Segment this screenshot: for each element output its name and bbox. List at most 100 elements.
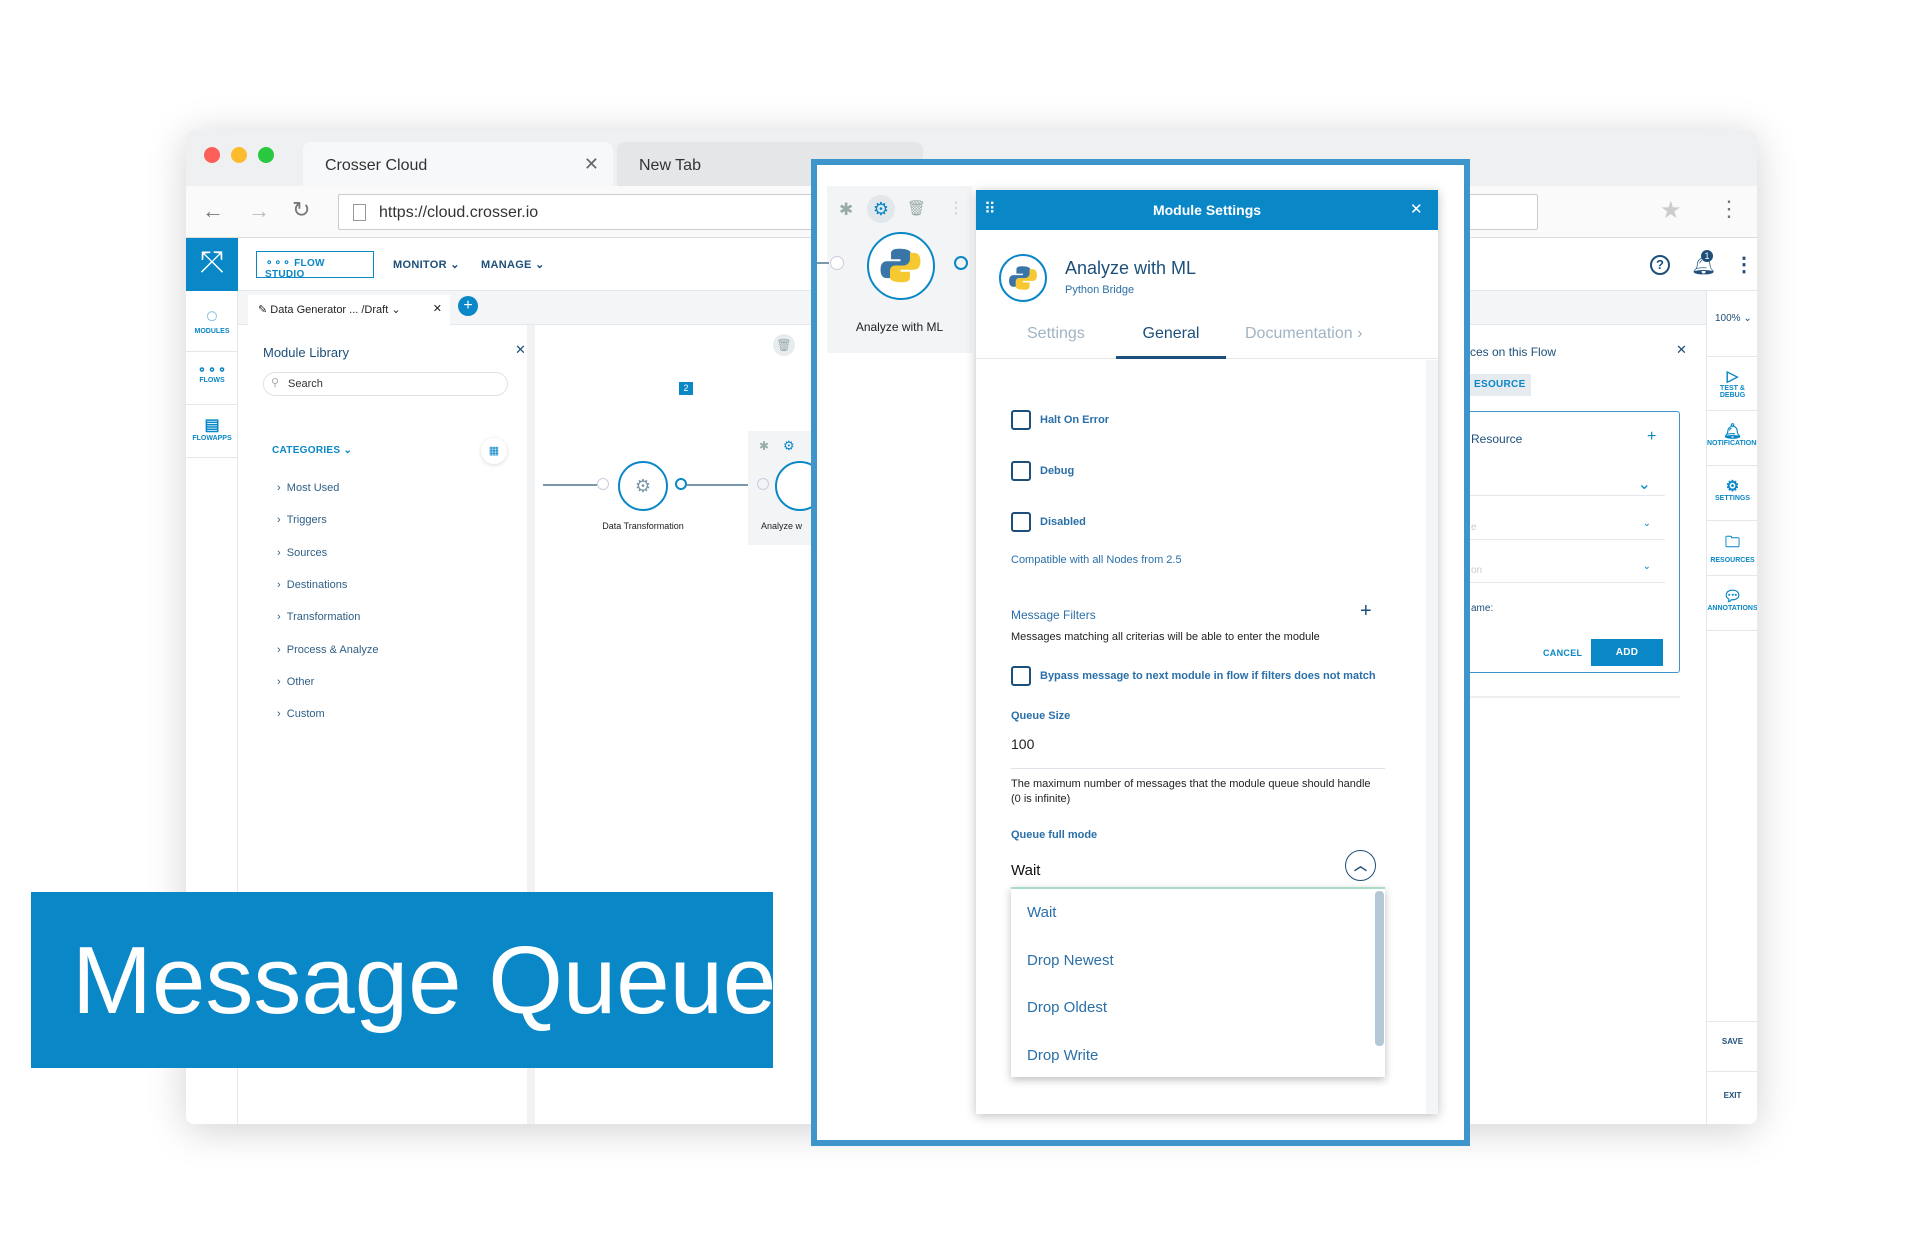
rail-icon: 🔔︎ bbox=[1722, 423, 1743, 440]
input-port[interactable] bbox=[757, 478, 769, 490]
checkbox[interactable] bbox=[1011, 512, 1031, 532]
trash-icon[interactable]: 🗑︎ bbox=[907, 199, 926, 217]
comment-bubble[interactable]: 2 bbox=[679, 382, 693, 395]
checkbox[interactable] bbox=[1011, 410, 1031, 430]
flow-studio-button[interactable]: ⚬⚬⚬ FLOW STUDIO bbox=[256, 251, 374, 280]
minimize-window-button[interactable] bbox=[231, 147, 247, 163]
browser-tab-crosser[interactable]: Crosser Cloud ✕ bbox=[303, 142, 613, 186]
data-transformation-node[interactable]: ⚙ bbox=[618, 461, 668, 511]
category-item[interactable]: › Most Used bbox=[277, 482, 339, 494]
category-item[interactable]: › Custom bbox=[277, 708, 325, 720]
back-icon[interactable]: ← bbox=[202, 198, 224, 224]
zoom-select[interactable]: 100% ⌄ bbox=[1715, 313, 1752, 324]
chevron-right-icon: › bbox=[277, 482, 281, 494]
grid-view-icon[interactable]: ▦ bbox=[481, 438, 507, 464]
rail-modules[interactable]: ◌ MODULES bbox=[186, 305, 238, 335]
divider bbox=[186, 404, 238, 405]
queue-mode-select[interactable]: Wait bbox=[1011, 862, 1040, 879]
field-placeholder: on bbox=[1471, 565, 1483, 576]
library-search-input[interactable]: ⚲ Search bbox=[263, 372, 508, 396]
input-port[interactable] bbox=[830, 256, 844, 270]
modal-scrollbar[interactable] bbox=[1426, 360, 1438, 1114]
categories-label: CATEGORIES bbox=[272, 445, 341, 456]
tab-documentation[interactable]: Documentation › bbox=[1245, 325, 1362, 343]
close-resources-icon[interactable]: ✕ bbox=[1676, 342, 1687, 358]
dropdown-option[interactable]: Drop Write bbox=[1027, 1047, 1098, 1064]
plus-icon[interactable]: + bbox=[1647, 428, 1656, 446]
rail-item[interactable]: ⚙ SETTINGS bbox=[1707, 477, 1757, 502]
crosser-logo[interactable]: ⤧ bbox=[186, 238, 238, 291]
field-placeholder: e bbox=[1471, 522, 1477, 533]
rail-item[interactable]: 🔔︎ NOTIFICATIONS bbox=[1707, 422, 1757, 447]
divider bbox=[1707, 575, 1757, 576]
checkbox[interactable] bbox=[1011, 461, 1031, 481]
bell-icon[interactable]: 🔔︎ 1 bbox=[1691, 250, 1716, 277]
trash-icon[interactable]: 🗑︎ bbox=[773, 334, 795, 356]
close-flow-tab-icon[interactable]: ✕ bbox=[433, 302, 442, 315]
dropdown-option[interactable]: Wait bbox=[1027, 904, 1056, 921]
rail-item[interactable]: 🗀 RESOURCES bbox=[1707, 532, 1757, 564]
resource-select[interactable]: ⌄ bbox=[1461, 468, 1665, 496]
category-item[interactable]: › Transformation bbox=[277, 611, 360, 623]
app-menu-icon[interactable]: ⋮ bbox=[1734, 252, 1754, 277]
maximize-window-button[interactable] bbox=[258, 147, 274, 163]
close-modal-icon[interactable]: ✕ bbox=[1410, 200, 1423, 218]
add-button[interactable]: ADD bbox=[1591, 639, 1663, 666]
add-resource-tab[interactable]: ESOURCE bbox=[1470, 374, 1531, 396]
bookmark-star-icon[interactable]: ★ bbox=[1660, 196, 1682, 225]
rail-flowapps[interactable]: ▤ FLOWAPPS bbox=[186, 415, 238, 442]
divider bbox=[1707, 630, 1757, 631]
tab-general[interactable]: General bbox=[1116, 325, 1226, 359]
category-item[interactable]: › Process & Analyze bbox=[277, 644, 379, 656]
close-tab-icon[interactable]: ✕ bbox=[584, 154, 599, 175]
module-settings-modal: ⠿ Module Settings ✕ Analyze with ML Pyth… bbox=[976, 190, 1438, 1114]
category-item[interactable]: › Triggers bbox=[277, 514, 327, 526]
close-window-button[interactable] bbox=[204, 147, 220, 163]
flow-tab[interactable]: ✎ Data Generator ... /Draft ⌄ ✕ bbox=[248, 295, 450, 325]
more-icon[interactable]: ⋮ bbox=[948, 198, 964, 218]
search-icon: ⚲ bbox=[271, 377, 280, 389]
exit-button[interactable]: EXIT bbox=[1707, 1091, 1757, 1100]
bypass-checkbox[interactable] bbox=[1011, 666, 1031, 686]
rail-label: RESOURCES bbox=[1710, 557, 1755, 564]
help-icon[interactable]: ? bbox=[1650, 255, 1670, 275]
bug-icon[interactable]: ✱ bbox=[759, 439, 769, 453]
python-node[interactable] bbox=[867, 232, 935, 300]
rail-item[interactable]: ▷ TEST & DEBUG bbox=[1707, 367, 1757, 399]
add-filter-icon[interactable]: + bbox=[1360, 600, 1372, 623]
gear-icon[interactable]: ⚙ bbox=[867, 195, 895, 223]
queue-size-input[interactable]: 100 bbox=[1011, 736, 1385, 769]
gear-icon[interactable]: ⚙ bbox=[783, 438, 795, 454]
chevron-right-icon: › bbox=[277, 546, 281, 559]
reload-icon[interactable]: ↻ bbox=[292, 197, 310, 223]
rail-item[interactable]: 💬︎ ANNOTATIONS bbox=[1707, 587, 1757, 612]
cancel-button[interactable]: CANCEL bbox=[1543, 648, 1582, 658]
tab-settings[interactable]: Settings bbox=[1027, 325, 1085, 343]
manage-menu[interactable]: MANAGE ⌄ bbox=[481, 258, 545, 271]
resource-location-select[interactable]: on ⌄ bbox=[1461, 555, 1665, 583]
close-library-icon[interactable]: ✕ bbox=[515, 342, 526, 358]
add-flow-tab-button[interactable]: + bbox=[458, 296, 478, 316]
dropdown-option[interactable]: Drop Oldest bbox=[1027, 999, 1107, 1016]
input-port[interactable] bbox=[597, 478, 609, 490]
monitor-menu[interactable]: MONITOR ⌄ bbox=[393, 258, 460, 271]
divider bbox=[1707, 356, 1757, 357]
rail-label: MODULES bbox=[194, 328, 230, 335]
rail-flows[interactable]: ⚬⚬⚬ FLOWS bbox=[186, 363, 238, 384]
dropdown-scrollbar[interactable] bbox=[1375, 891, 1384, 1046]
category-item[interactable]: › Destinations bbox=[277, 579, 347, 591]
chevron-up-icon[interactable]: ︿ bbox=[1345, 850, 1376, 881]
output-port[interactable] bbox=[675, 478, 687, 490]
save-button[interactable]: SAVE bbox=[1707, 1037, 1757, 1046]
categories-dropdown[interactable]: CATEGORIES ⌄ bbox=[272, 445, 352, 456]
name-label: ame: bbox=[1471, 603, 1494, 614]
category-item[interactable]: › Other bbox=[277, 676, 314, 688]
forward-icon[interactable]: → bbox=[248, 198, 270, 224]
dropdown-option[interactable]: Drop Newest bbox=[1027, 952, 1114, 969]
checkbox-label: Debug bbox=[1040, 465, 1075, 477]
bug-icon[interactable]: ✱ bbox=[839, 200, 853, 220]
category-item[interactable]: › Sources bbox=[277, 547, 327, 559]
resource-type-select[interactable]: e ⌄ bbox=[1461, 512, 1665, 540]
browser-menu-icon[interactable]: ⋮ bbox=[1718, 196, 1740, 222]
output-port[interactable] bbox=[954, 256, 968, 270]
